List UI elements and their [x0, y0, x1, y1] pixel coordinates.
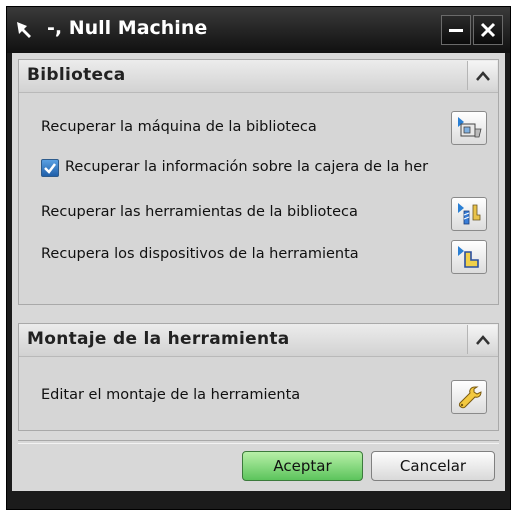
collapse-montaje-button[interactable] [467, 325, 497, 354]
section-montaje: Montaje de la herramienta Editar el mont… [18, 323, 499, 431]
footer-divider [18, 440, 499, 444]
title-bar[interactable]: -, Null Machine [7, 7, 510, 53]
tool-library-icon [458, 203, 481, 225]
retrieve-tools-label: Recuperar las herramientas de la bibliot… [41, 204, 358, 220]
minimize-button[interactable] [441, 15, 471, 45]
retrieve-magazine-label[interactable]: Recuperar la información sobre la cajera… [65, 159, 428, 175]
check-icon [44, 163, 56, 174]
retrieve-magazine-checkbox[interactable] [41, 159, 59, 177]
wrench-icon [458, 386, 482, 409]
edit-assembly-button[interactable] [451, 380, 487, 414]
window-title: -, Null Machine [47, 17, 208, 39]
section-title: Biblioteca [27, 65, 126, 85]
device-library-icon [458, 246, 479, 268]
retrieve-machine-label: Recuperar la máquina de la biblioteca [41, 119, 317, 135]
dialog-body: Biblioteca Recuperar la máquina de la bi… [12, 53, 505, 491]
close-button[interactable] [473, 15, 503, 45]
section-header-biblioteca[interactable]: Biblioteca [19, 60, 498, 93]
cancel-button[interactable]: Cancelar [371, 451, 495, 481]
chevron-up-icon [475, 334, 490, 345]
machine-library-icon [458, 117, 482, 138]
section-header-montaje[interactable]: Montaje de la herramienta [19, 324, 498, 357]
retrieve-tools-button[interactable] [451, 197, 487, 231]
null-machine-dialog: -, Null Machine Biblioteca Recuperar la … [6, 6, 511, 510]
retrieve-devices-label: Recupera los dispositivos de la herramie… [41, 246, 359, 262]
section-title: Montaje de la herramienta [27, 329, 290, 349]
collapse-biblioteca-button[interactable] [467, 61, 497, 90]
accept-button[interactable]: Aceptar [242, 451, 363, 481]
edit-assembly-label: Editar el montaje de la herramienta [41, 387, 301, 403]
section-biblioteca: Biblioteca Recuperar la máquina de la bi… [18, 59, 499, 305]
retrieve-devices-button[interactable] [451, 240, 487, 274]
pin-icon[interactable] [11, 16, 39, 44]
retrieve-machine-button[interactable] [451, 111, 487, 145]
chevron-up-icon [475, 70, 490, 81]
minimize-icon [449, 29, 463, 32]
close-icon [480, 22, 496, 38]
